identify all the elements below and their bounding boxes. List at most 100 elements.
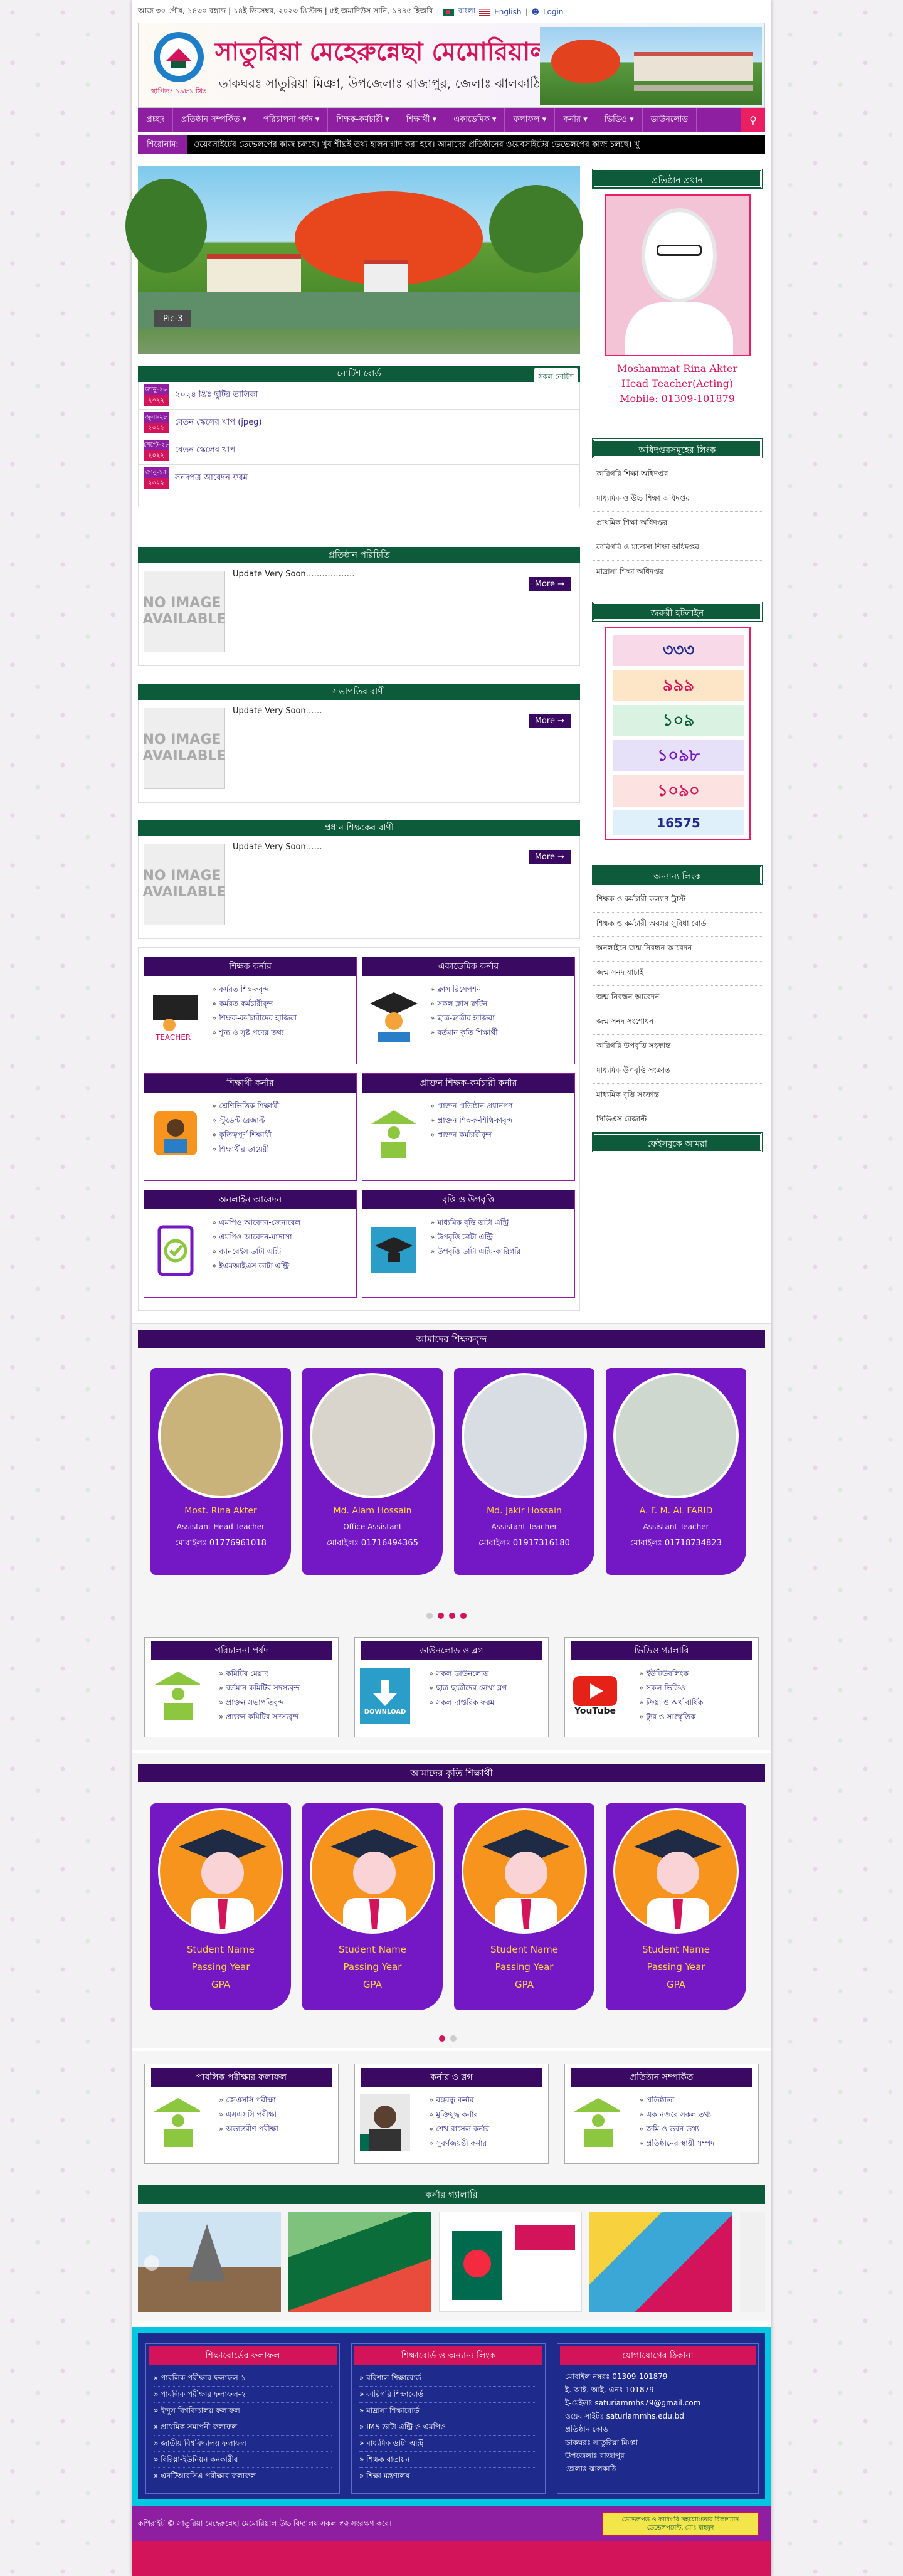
box-link[interactable]: » ইউটিউবলিংক bbox=[639, 1667, 705, 1681]
student-card[interactable]: Student Name Passing Year GPA bbox=[454, 1803, 594, 2010]
gallery-image[interactable] bbox=[439, 2212, 582, 2312]
developer-badge[interactable]: ডেভেলপড ও কারিগরি সহযোগিতায় বিকাশমান ডে… bbox=[602, 2512, 759, 2536]
corner-link[interactable]: » উপবৃত্তি ডাটা এন্ট্রি-কারিগরি bbox=[430, 1244, 523, 1259]
box-link[interactable]: » প্রাক্তন কমিটির সদস্যবৃন্দ bbox=[219, 1710, 302, 1724]
sidebar-link[interactable]: জন্ম সনদ যাচাই bbox=[593, 962, 762, 986]
footer-link[interactable]: » মাধ্যমিক ডাটা এন্ট্রি bbox=[359, 2436, 537, 2452]
footer-link[interactable]: » জাতীয় বিশ্ববিদ্যালয় ফলাফল bbox=[154, 2436, 332, 2452]
teacher-card[interactable]: Most. Rina Akter Assistant Head Teacher … bbox=[150, 1368, 291, 1575]
notice-item[interactable]: জানু-২৮ ২০২২ ২০২৪ খ্রিঃ ছুটির তালিকা bbox=[139, 382, 579, 410]
nav-home[interactable]: প্রচ্ছদ bbox=[138, 108, 173, 132]
box-link[interactable]: » সকল ভিডিও bbox=[639, 1681, 705, 1695]
corner-link[interactable]: » মাধ্যমিক বৃত্তি ডাটা এন্ট্রি bbox=[430, 1216, 523, 1230]
corner-link[interactable]: » কর্মরত শিক্ষকবৃন্দ bbox=[212, 982, 299, 997]
sidebar-link[interactable]: মাধ্যমিক ও উচ্চ শিক্ষা অধিদপ্তর bbox=[593, 487, 762, 512]
corner-link[interactable]: » কৃতিত্বপূর্ণ শিক্ষার্থী bbox=[212, 1128, 282, 1142]
box-link[interactable]: » প্রতিষ্ঠাতা bbox=[639, 2093, 717, 2107]
sidebar-link[interactable]: কারিগরি ও মাদ্রাসা শিক্ষা অধিদপ্তর bbox=[593, 536, 762, 561]
corner-link[interactable]: » ইএমআইএস ডাটা এন্ট্রি bbox=[212, 1259, 303, 1273]
footer-link[interactable]: » এনটিআরসিএ পরীক্ষার ফলাফল bbox=[154, 2468, 332, 2484]
box-link[interactable]: » এসএসসি পরীক্ষা bbox=[219, 2107, 281, 2122]
footer-link[interactable]: » IMS ডাটা এন্ট্রি ও এমপিও bbox=[359, 2419, 537, 2436]
box-link[interactable]: » শেখ রাসেল কর্নার bbox=[429, 2122, 492, 2136]
notice-item[interactable]: সেপ্টে-২৮ ২০২২ বেতন স্কেলের খাপ bbox=[139, 437, 579, 465]
nav-corner[interactable]: কর্নার ▾ bbox=[555, 108, 596, 132]
sidebar-link[interactable]: প্রাথমিক শিক্ষা অধিদপ্তর bbox=[593, 512, 762, 536]
more-button[interactable]: More → bbox=[528, 850, 571, 864]
login-link[interactable]: Login bbox=[543, 8, 563, 16]
sidebar-link[interactable]: জন্ম নিবন্ধন আবেদন bbox=[593, 986, 762, 1010]
search-icon[interactable]: ⚲ bbox=[741, 108, 765, 132]
box-link[interactable]: » বর্তমান কমিটির সদস্যবৃন্দ bbox=[219, 1681, 302, 1695]
sidebar-link[interactable]: অনলাইনে জন্ম নিবন্ধন আবেদন bbox=[593, 937, 762, 962]
corner-link[interactable]: » কর্মরত কর্মচারীবৃন্দ bbox=[212, 997, 299, 1011]
teacher-card[interactable]: Md. Jakir Hossain Assistant Teacher মোবা… bbox=[454, 1368, 594, 1575]
footer-link[interactable]: » কারিগরি শিক্ষাবোর্ড bbox=[359, 2387, 537, 2403]
sidebar-link[interactable]: জন্ম সনদ সংশোধন bbox=[593, 1010, 762, 1035]
box-link[interactable]: » ক্রিয়া ও অর্থ বার্ষিক bbox=[639, 1695, 705, 1710]
nav-download[interactable]: ডাউনলোড bbox=[643, 108, 697, 132]
gallery-image[interactable] bbox=[740, 2212, 765, 2312]
corner-link[interactable]: » প্রাক্তন প্রতিষ্ঠান প্রধানগণ bbox=[430, 1099, 515, 1113]
box-link[interactable]: » প্রতিষ্ঠানের স্থায়ী সম্পদ bbox=[639, 2136, 717, 2151]
notice-title[interactable]: ২০২৪ খ্রিঃ ছুটির তালিকা bbox=[175, 389, 258, 402]
corner-link[interactable]: » ছাত্র-ছাত্রীর হাজিরা bbox=[430, 1011, 500, 1026]
box-link[interactable]: » সকল ডাউনলোড bbox=[429, 1667, 509, 1681]
footer-link[interactable]: » শিক্ষক বাতায়ন bbox=[359, 2452, 537, 2468]
sidebar-link[interactable]: শিক্ষক ও কর্মচারী কল্যাণ ট্রাস্ট bbox=[593, 888, 762, 913]
nav-teachers[interactable]: শিক্ষক-কর্মচারী ▾ bbox=[328, 108, 398, 132]
english-flag-icon[interactable] bbox=[479, 8, 491, 16]
more-button[interactable]: More → bbox=[528, 714, 571, 728]
box-link[interactable]: » সুবর্ণজয়ন্তী কর্নার bbox=[429, 2136, 492, 2151]
sidebar-link[interactable]: মাধ্যমিক বৃত্তি সংক্রান্ত bbox=[593, 1084, 762, 1108]
corner-link[interactable]: » শিক্ষক-কর্মচারীদের হাজিরা bbox=[212, 1011, 299, 1026]
gallery-image[interactable] bbox=[138, 2212, 281, 2312]
box-link[interactable]: » জেএসসি পরীক্ষা bbox=[219, 2093, 281, 2107]
lang-bangla-link[interactable]: বাংলা bbox=[458, 6, 475, 18]
nav-results[interactable]: ফলাফল ▾ bbox=[505, 108, 556, 132]
notice-title[interactable]: সনদপত্র আবেদন ফরম bbox=[175, 472, 248, 485]
student-carousel-dots[interactable] bbox=[439, 2035, 457, 2042]
gallery-image[interactable] bbox=[589, 2212, 732, 2312]
corner-link[interactable]: » এমপিও আবেদন-মাদ্রাসা bbox=[212, 1230, 303, 1244]
teacher-card[interactable]: Md. Alam Hossain Office Assistant মোবাইল… bbox=[302, 1368, 443, 1575]
corner-link[interactable]: » উপবৃত্তি ডাটা এন্ট্রি bbox=[430, 1230, 523, 1244]
contact-line[interactable]: ই-মেইলঃ saturiammhs79@gmail.com bbox=[565, 2397, 751, 2410]
bangladesh-flag-icon[interactable] bbox=[443, 8, 455, 16]
student-card[interactable]: Student Name Passing Year GPA bbox=[606, 1803, 746, 2010]
box-link[interactable]: » কমিটির মেয়াদ bbox=[219, 1667, 302, 1681]
footer-link[interactable]: » পাবলিক পরীক্ষার ফলাফল-২ bbox=[154, 2387, 332, 2403]
contact-line[interactable]: ওয়েব সাইটঃ saturiammhs.edu.bd bbox=[565, 2410, 751, 2423]
nav-video[interactable]: ভিডিও ▾ bbox=[596, 108, 643, 132]
notice-item[interactable]: জানু-১৫ ২০২২ সনদপত্র আবেদন ফরম bbox=[139, 465, 579, 492]
student-card[interactable]: Student Name Passing Year GPA bbox=[302, 1803, 443, 2010]
lang-english-link[interactable]: English bbox=[494, 8, 521, 16]
footer-link[interactable]: » প্রাথমিক সমাপনী ফলাফল bbox=[154, 2419, 332, 2436]
notice-item[interactable]: জুলা-২৮ ২০২২ বেতন স্কেলের খাপ (jpeg) bbox=[139, 410, 579, 437]
corner-link[interactable]: » প্রাক্তন কর্মচারীবৃন্দ bbox=[430, 1128, 515, 1142]
box-link[interactable]: » মুক্তিযুদ্ধ কর্নার bbox=[429, 2107, 492, 2122]
corner-link[interactable]: » স্টুডেন্ট রেজাল্ট bbox=[212, 1113, 282, 1128]
more-button[interactable]: More → bbox=[528, 577, 571, 591]
corner-link[interactable]: » বর্তমান কৃতি শিক্ষার্থী bbox=[430, 1026, 500, 1040]
notice-title[interactable]: বেতন স্কেলের খাপ bbox=[175, 444, 235, 457]
corner-link[interactable]: » প্রাক্তন শিক্ষক-শিক্ষিকাবৃন্দ bbox=[430, 1113, 515, 1128]
teacher-card[interactable]: A. F. M. AL FARID Assistant Teacher মোবা… bbox=[606, 1368, 746, 1575]
nav-institution[interactable]: প্রতিষ্ঠান সম্পর্কিত ▾ bbox=[173, 108, 256, 132]
teacher-carousel-dots[interactable] bbox=[426, 1613, 467, 1619]
nav-academic[interactable]: একাডেমিক ▾ bbox=[445, 108, 505, 132]
box-link[interactable]: » বঙ্গবন্ধু কর্নার bbox=[429, 2093, 492, 2107]
image-slider[interactable]: Pic-3 bbox=[125, 166, 583, 354]
footer-link[interactable]: » বরিশাল শিক্ষাবোর্ড bbox=[359, 2370, 537, 2387]
sidebar-link[interactable]: সিভিএস রেজাল্ট bbox=[593, 1108, 762, 1133]
box-link[interactable]: » অভ্যন্তরীণ পরীক্ষা bbox=[219, 2122, 281, 2136]
sidebar-link[interactable]: কারিগরি শিক্ষা অধিদপ্তর bbox=[593, 463, 762, 487]
box-link[interactable]: » ট্যুর ও সাংস্কৃতিক bbox=[639, 1710, 705, 1724]
box-link[interactable]: » এক নজরে সকল তথ্য bbox=[639, 2107, 717, 2122]
corner-link[interactable]: » শূন্য ও সৃষ্ট পদের তথ্য bbox=[212, 1026, 299, 1040]
footer-link[interactable]: » মাদ্রাসা শিক্ষাবোর্ড bbox=[359, 2403, 537, 2419]
box-link[interactable]: » সকল দাপ্তরিক ফরম bbox=[429, 1695, 509, 1710]
footer-link[interactable]: » বিরিয়া-ইউনিয়ন কনকারীর bbox=[154, 2452, 332, 2468]
sidebar-link[interactable]: মাদ্রাসা শিক্ষা অধিদপ্তর bbox=[593, 561, 762, 585]
footer-link[interactable]: » ইন্দুস বিশ্ববিদ্যালয় ফলাফল bbox=[154, 2403, 332, 2419]
